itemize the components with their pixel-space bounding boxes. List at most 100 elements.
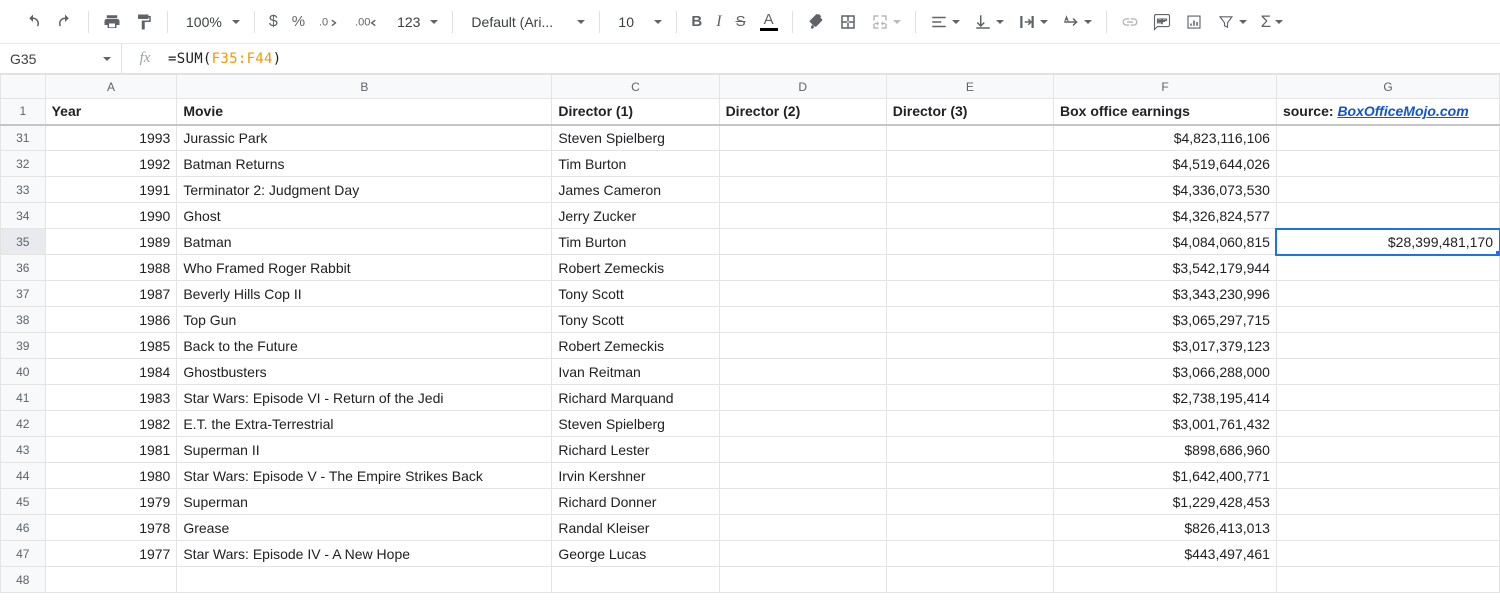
cell[interactable] xyxy=(1276,385,1499,411)
fontsize-select[interactable]: 10 xyxy=(608,8,668,36)
cell[interactable]: Superman xyxy=(177,489,552,515)
cell[interactable]: Tony Scott xyxy=(552,307,719,333)
cell[interactable] xyxy=(886,437,1053,463)
more-formats-select[interactable]: 123 xyxy=(387,8,444,36)
cell[interactable] xyxy=(1276,177,1499,203)
cell[interactable]: Irvin Kershner xyxy=(552,463,719,489)
strikethrough-button[interactable]: S xyxy=(730,8,752,36)
cell[interactable] xyxy=(177,567,552,593)
row-header[interactable]: 32 xyxy=(1,151,46,177)
row-header[interactable]: 33 xyxy=(1,177,46,203)
cell[interactable]: Richard Marquand xyxy=(552,385,719,411)
zoom-select[interactable]: 100% xyxy=(176,8,246,36)
row-header[interactable]: 44 xyxy=(1,463,46,489)
cell[interactable]: $1,642,400,771 xyxy=(1054,463,1277,489)
text-rotation-button[interactable] xyxy=(1056,8,1098,36)
cell[interactable]: 1993 xyxy=(45,125,177,151)
cell[interactable] xyxy=(1276,541,1499,567)
text-wrap-button[interactable] xyxy=(1012,8,1054,36)
functions-button[interactable]: Σ xyxy=(1255,8,1290,36)
row-header[interactable]: 36 xyxy=(1,255,46,281)
decrease-decimal-button[interactable]: .0 xyxy=(313,8,347,36)
cell[interactable] xyxy=(886,281,1053,307)
cell[interactable]: $3,066,288,000 xyxy=(1054,359,1277,385)
filter-button[interactable] xyxy=(1211,8,1253,36)
cell[interactable] xyxy=(719,489,886,515)
cell[interactable]: $3,017,379,123 xyxy=(1054,333,1277,359)
column-header[interactable]: A xyxy=(45,75,177,99)
text-color-button[interactable]: A xyxy=(754,8,784,36)
paint-format-button[interactable] xyxy=(129,8,159,36)
cell[interactable] xyxy=(886,307,1053,333)
cell[interactable]: Tim Burton xyxy=(552,151,719,177)
cell[interactable]: 1986 xyxy=(45,307,177,333)
insert-link-button[interactable] xyxy=(1115,8,1145,36)
cell[interactable]: Superman II xyxy=(177,437,552,463)
format-currency-button[interactable]: $ xyxy=(263,8,284,36)
cell[interactable]: 1980 xyxy=(45,463,177,489)
cell[interactable] xyxy=(1276,489,1499,515)
cell[interactable] xyxy=(719,359,886,385)
cell[interactable] xyxy=(1276,333,1499,359)
cell[interactable] xyxy=(886,463,1053,489)
source-link[interactable]: BoxOfficeMojo.com xyxy=(1337,103,1468,119)
cell[interactable] xyxy=(1276,203,1499,229)
cell[interactable]: Richard Lester xyxy=(552,437,719,463)
cell[interactable] xyxy=(886,177,1053,203)
cell[interactable]: Grease xyxy=(177,515,552,541)
redo-button[interactable] xyxy=(50,8,80,36)
cell[interactable] xyxy=(886,515,1053,541)
cell[interactable]: $2,738,195,414 xyxy=(1054,385,1277,411)
cell[interactable] xyxy=(1276,411,1499,437)
cell[interactable] xyxy=(719,125,886,151)
cell[interactable]: $4,519,644,026 xyxy=(1054,151,1277,177)
cell[interactable]: 1983 xyxy=(45,385,177,411)
row-header[interactable]: 41 xyxy=(1,385,46,411)
cell[interactable]: Movie xyxy=(177,99,552,125)
cell[interactable]: Top Gun xyxy=(177,307,552,333)
cell[interactable]: Star Wars: Episode IV - A New Hope xyxy=(177,541,552,567)
cell[interactable] xyxy=(719,333,886,359)
cell[interactable] xyxy=(719,307,886,333)
cell[interactable]: $4,823,116,106 xyxy=(1054,125,1277,151)
undo-button[interactable] xyxy=(18,8,48,36)
cell[interactable]: $4,336,073,530 xyxy=(1054,177,1277,203)
row-header[interactable]: 39 xyxy=(1,333,46,359)
cell[interactable] xyxy=(719,385,886,411)
row-header[interactable]: 47 xyxy=(1,541,46,567)
cell[interactable]: Who Framed Roger Rabbit xyxy=(177,255,552,281)
cell[interactable]: Jurassic Park xyxy=(177,125,552,151)
cell[interactable]: 1992 xyxy=(45,151,177,177)
spreadsheet-grid[interactable]: ABCDEFG 1 Year Movie Director (1) Direct… xyxy=(0,74,1500,593)
cell[interactable]: 1985 xyxy=(45,333,177,359)
cell[interactable]: Jerry Zucker xyxy=(552,203,719,229)
cell[interactable]: 1981 xyxy=(45,437,177,463)
cell[interactable] xyxy=(1276,567,1499,593)
cell[interactable]: 1990 xyxy=(45,203,177,229)
cell[interactable] xyxy=(719,151,886,177)
insert-comment-button[interactable] xyxy=(1147,8,1177,36)
cell[interactable] xyxy=(1276,359,1499,385)
font-select[interactable]: Default (Ari... xyxy=(461,8,591,36)
cell[interactable]: Back to the Future xyxy=(177,333,552,359)
cell[interactable]: $4,326,824,577 xyxy=(1054,203,1277,229)
cell[interactable] xyxy=(1276,515,1499,541)
cell[interactable]: Randal Kleiser xyxy=(552,515,719,541)
cell[interactable]: Ivan Reitman xyxy=(552,359,719,385)
cell[interactable] xyxy=(1276,125,1499,151)
cell[interactable] xyxy=(886,255,1053,281)
cell[interactable] xyxy=(886,385,1053,411)
cell[interactable] xyxy=(719,229,886,255)
merge-cells-button[interactable] xyxy=(865,8,907,36)
cell[interactable] xyxy=(719,255,886,281)
column-header[interactable]: G xyxy=(1276,75,1499,99)
cell[interactable] xyxy=(1276,437,1499,463)
cell[interactable] xyxy=(886,151,1053,177)
row-header[interactable]: 40 xyxy=(1,359,46,385)
cell[interactable] xyxy=(1276,281,1499,307)
row-header[interactable]: 35 xyxy=(1,229,46,255)
cell[interactable]: 1978 xyxy=(45,515,177,541)
cell[interactable]: Star Wars: Episode VI - Return of the Je… xyxy=(177,385,552,411)
column-header[interactable]: B xyxy=(177,75,552,99)
cell[interactable]: 1988 xyxy=(45,255,177,281)
